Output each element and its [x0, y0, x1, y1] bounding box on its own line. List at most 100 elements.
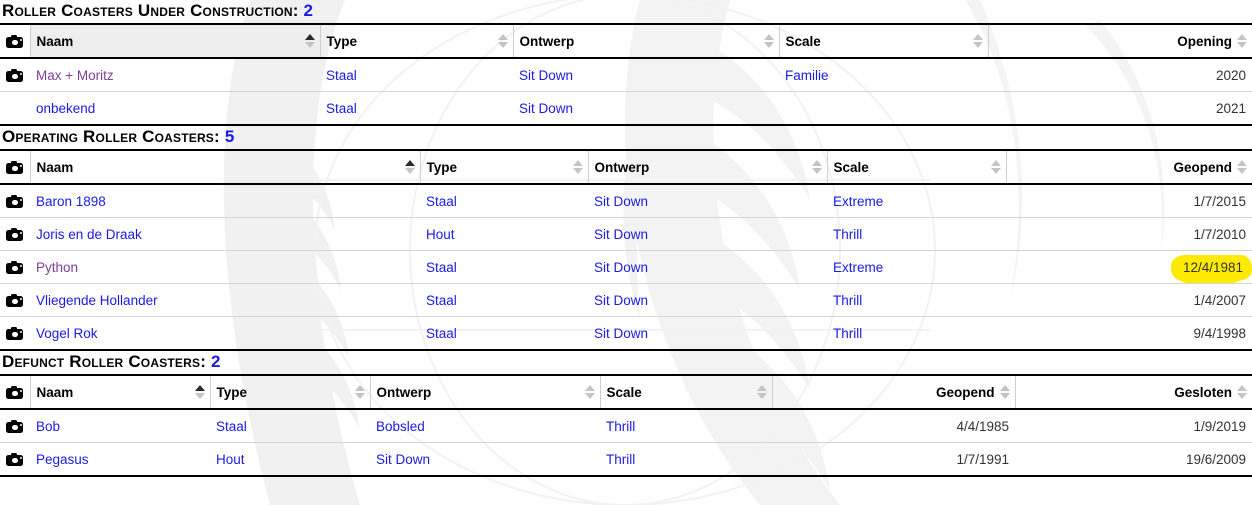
column-header-gesloten[interactable]: Gesloten [1015, 374, 1252, 410]
camera-icon-header[interactable] [6, 35, 23, 49]
sort-toggle-icon[interactable] [763, 33, 774, 49]
column-header-camera[interactable] [0, 374, 31, 410]
link-scale[interactable]: Extreme [833, 260, 883, 275]
table-row[interactable]: Bob Staal Bobsled Thrill 4/4/1985 1/9/2019 [0, 409, 1252, 443]
section-title: Defunct Roller Coasters: [2, 352, 207, 371]
column-header-type[interactable]: Type [210, 374, 371, 410]
link-ontwerp[interactable]: Sit Down [594, 293, 648, 308]
camera-icon[interactable] [6, 420, 23, 434]
column-header-camera[interactable] [0, 149, 31, 185]
row-camera-cell[interactable] [0, 184, 30, 218]
link-type[interactable]: Staal [426, 293, 457, 308]
link-scale[interactable]: Extreme [833, 194, 883, 209]
column-header-ontwerp[interactable]: Ontwerp [588, 149, 828, 185]
link-type[interactable]: Staal [426, 194, 457, 209]
sort-ascending-icon[interactable] [304, 33, 315, 49]
column-header-scale[interactable]: Scale [779, 23, 989, 59]
column-header-camera[interactable] [0, 23, 31, 59]
link-naam[interactable]: Pegasus [36, 452, 89, 467]
link-naam[interactable]: Baron 1898 [36, 194, 106, 209]
link-scale[interactable]: Thrill [833, 293, 862, 308]
column-header-scale[interactable]: Scale [827, 149, 1007, 185]
row-camera-cell[interactable] [0, 217, 30, 251]
camera-icon[interactable] [6, 228, 23, 242]
table-row[interactable]: Python Staal Sit Down Extreme 12/4/1981 [0, 250, 1252, 284]
sort-ascending-icon[interactable] [404, 159, 415, 175]
table-row[interactable]: Vogel Rok Staal Sit Down Thrill 9/4/1998 [0, 316, 1252, 351]
link-type[interactable]: Staal [216, 419, 247, 434]
sort-toggle-icon[interactable] [1237, 159, 1247, 175]
link-type[interactable]: Hout [426, 227, 455, 242]
link-naam[interactable]: onbekend [36, 101, 95, 116]
row-camera-cell[interactable] [0, 409, 30, 443]
column-header-naam[interactable]: Naam [30, 23, 321, 59]
link-ontwerp[interactable]: Sit Down [594, 260, 648, 275]
column-header-naam[interactable]: Naam [30, 374, 211, 410]
sort-toggle-icon[interactable] [497, 33, 508, 49]
sort-toggle-icon[interactable] [584, 384, 595, 400]
row-camera-cell[interactable] [0, 58, 30, 92]
sort-toggle-icon[interactable] [756, 384, 767, 400]
link-scale[interactable]: Thrill [606, 452, 635, 467]
link-naam[interactable]: Python [36, 260, 78, 275]
column-header-ontwerp[interactable]: Ontwerp [370, 374, 601, 410]
column-header-datum[interactable]: Geopend [1006, 149, 1252, 185]
link-ontwerp[interactable]: Bobsled [376, 419, 425, 434]
cell-value-datum: 2021 [1215, 100, 1246, 116]
link-type[interactable]: Staal [326, 101, 357, 116]
table-row[interactable]: Joris en de Draak Hout Sit Down Thrill 1/7/2… [0, 217, 1252, 251]
column-header-ontwerp[interactable]: Ontwerp [513, 23, 780, 59]
table-row[interactable]: Pegasus Hout Sit Down Thrill 1/7/1991 19/6/20… [0, 442, 1252, 477]
column-header-geopend[interactable]: Geopend [772, 374, 1016, 410]
row-camera-cell[interactable] [0, 316, 30, 351]
link-naam[interactable]: Joris en de Draak [36, 227, 142, 242]
sort-toggle-icon[interactable] [1237, 33, 1247, 49]
row-camera-cell[interactable] [0, 283, 30, 317]
link-type[interactable]: Staal [426, 260, 457, 275]
link-ontwerp[interactable]: Sit Down [519, 68, 573, 83]
camera-icon[interactable] [6, 195, 23, 209]
link-naam[interactable]: Vogel Rok [36, 326, 98, 341]
link-type[interactable]: Staal [326, 68, 357, 83]
link-scale[interactable]: Thrill [833, 326, 862, 341]
camera-icon[interactable] [6, 327, 23, 341]
row-camera-cell[interactable] [0, 250, 30, 284]
sort-toggle-icon[interactable] [972, 33, 983, 49]
link-scale[interactable]: Familie [785, 68, 829, 83]
link-ontwerp[interactable]: Sit Down [594, 227, 648, 242]
row-camera-cell[interactable] [0, 442, 30, 477]
link-naam[interactable]: Vliegende Hollander [36, 293, 158, 308]
sort-toggle-icon[interactable] [1237, 384, 1247, 400]
sort-toggle-icon[interactable] [354, 384, 365, 400]
link-scale[interactable]: Thrill [606, 419, 635, 434]
camera-icon-header[interactable] [6, 386, 23, 400]
table-row[interactable]: Max + Moritz Staal Sit Down Familie 2020 [0, 58, 1252, 92]
link-type[interactable]: Staal [426, 326, 457, 341]
link-naam[interactable]: Max + Moritz [36, 68, 114, 83]
camera-icon[interactable] [6, 261, 23, 275]
column-header-naam[interactable]: Naam [30, 149, 421, 185]
camera-icon[interactable] [6, 294, 23, 308]
link-ontwerp[interactable]: Sit Down [594, 326, 648, 341]
link-naam[interactable]: Bob [36, 419, 60, 434]
camera-icon[interactable] [6, 453, 23, 467]
column-header-datum[interactable]: Opening [988, 23, 1252, 59]
column-header-scale[interactable]: Scale [600, 374, 773, 410]
camera-icon[interactable] [6, 69, 23, 83]
link-type[interactable]: Hout [216, 452, 245, 467]
camera-icon-header[interactable] [6, 161, 23, 175]
sort-toggle-icon[interactable] [990, 159, 1001, 175]
table-row[interactable]: Vliegende Hollander Staal Sit Down Thrill 1/… [0, 283, 1252, 317]
link-ontwerp[interactable]: Sit Down [519, 101, 573, 116]
link-scale[interactable]: Thrill [833, 227, 862, 242]
link-ontwerp[interactable]: Sit Down [376, 452, 430, 467]
table-row[interactable]: Baron 1898 Staal Sit Down Extreme 1/7/2015 [0, 184, 1252, 218]
column-header-type[interactable]: Type [320, 23, 514, 59]
sort-toggle-icon[interactable] [572, 159, 583, 175]
sort-ascending-icon[interactable] [194, 384, 205, 400]
table-row[interactable]: onbekend Staal Sit Down 2021 [0, 91, 1252, 126]
sort-toggle-icon[interactable] [999, 384, 1010, 400]
sort-toggle-icon[interactable] [811, 159, 822, 175]
column-header-type[interactable]: Type [420, 149, 589, 185]
link-ontwerp[interactable]: Sit Down [594, 194, 648, 209]
